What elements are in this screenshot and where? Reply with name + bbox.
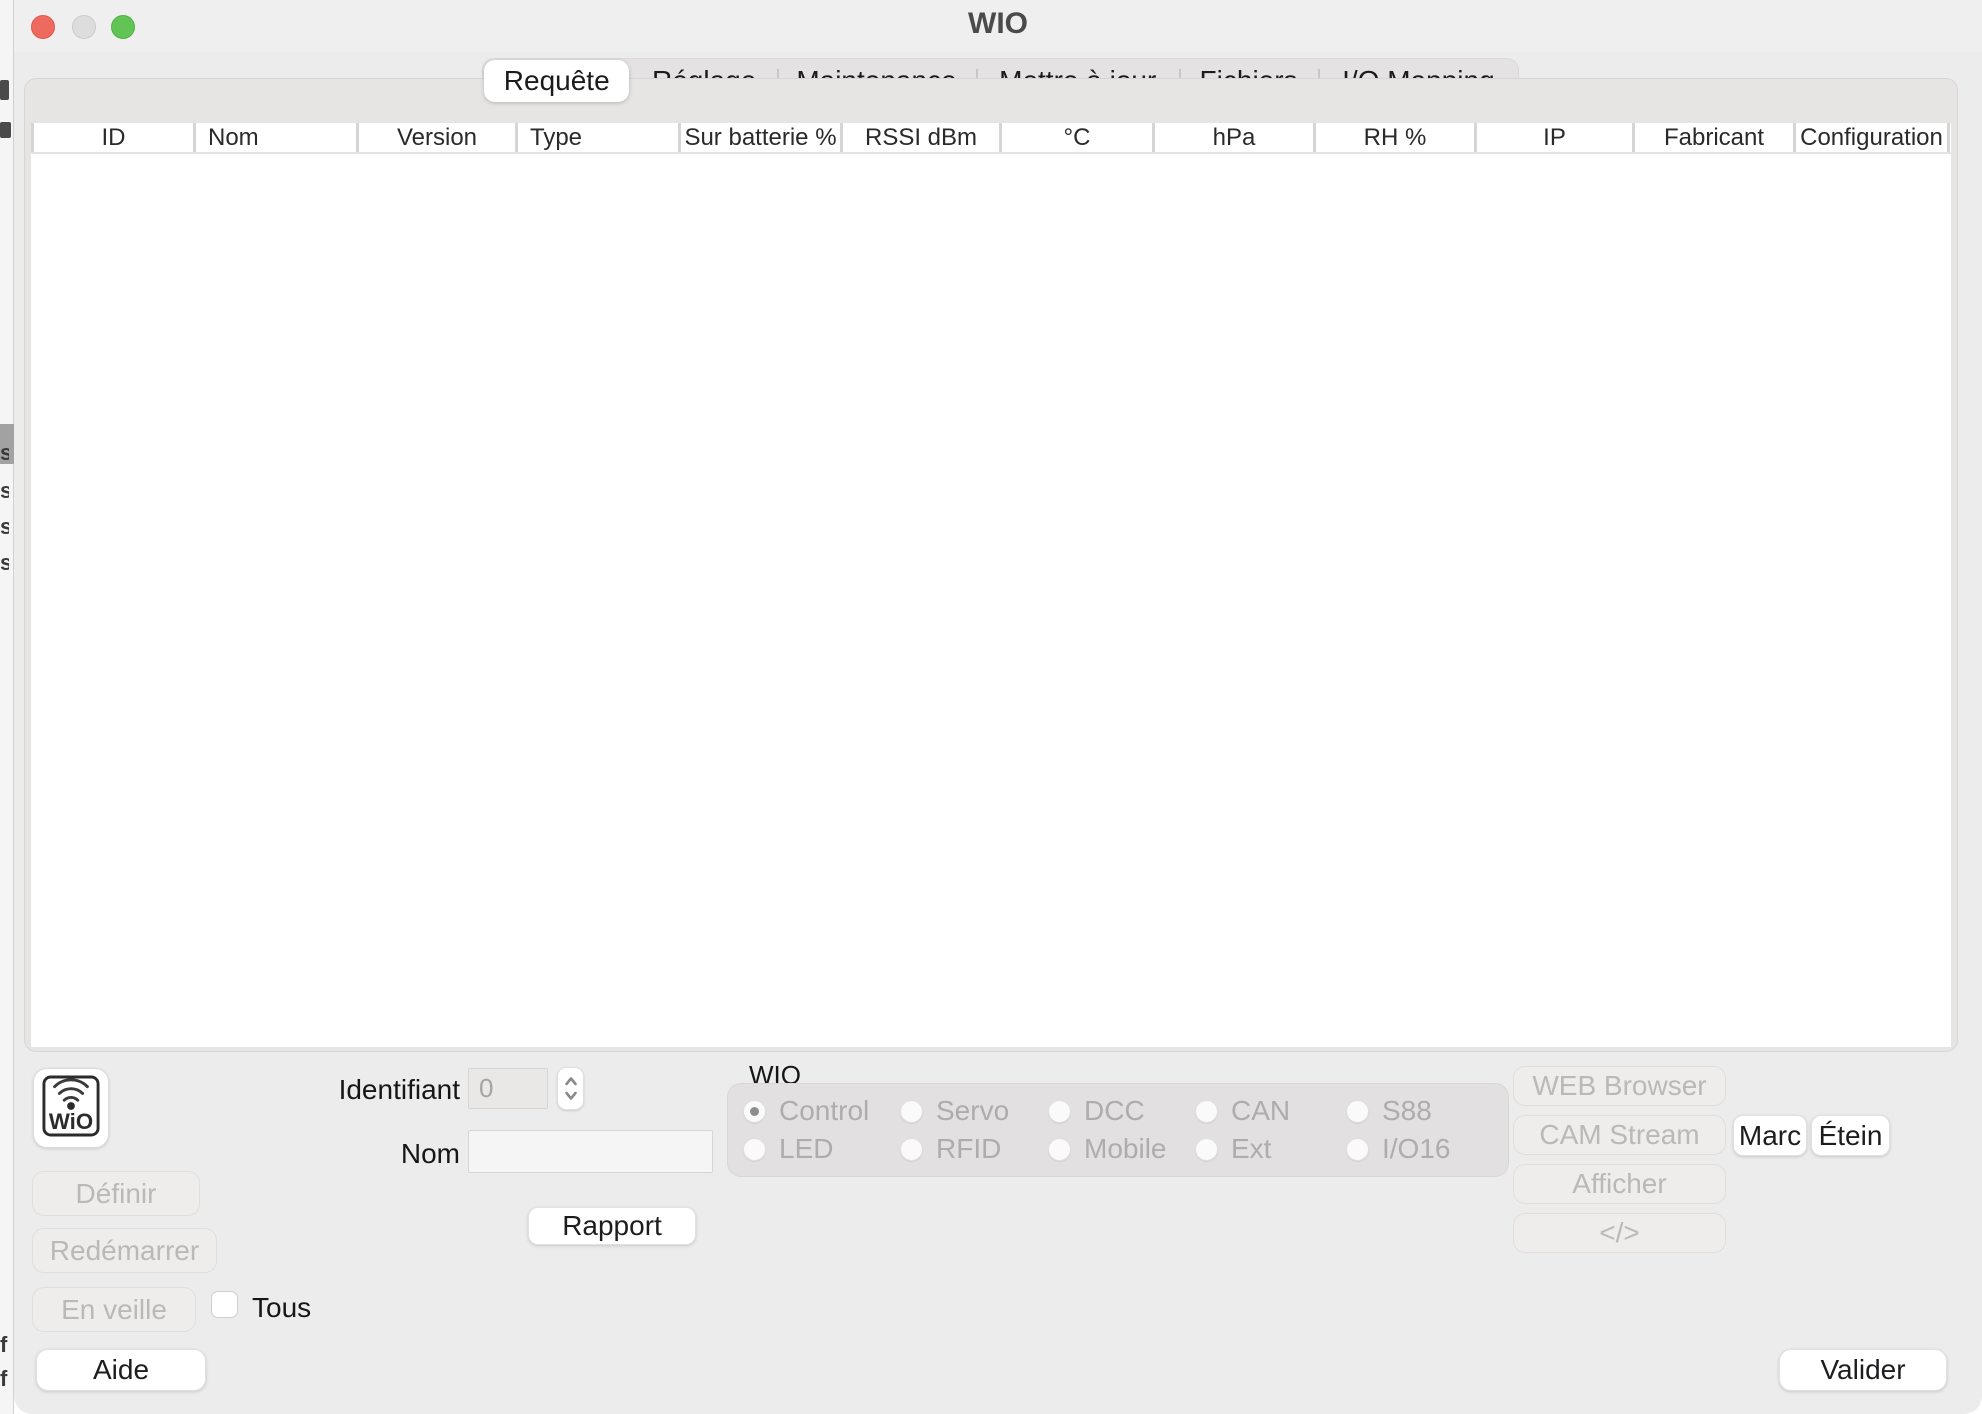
window-title: WIO: [14, 0, 1982, 52]
afficher-button[interactable]: Afficher: [1513, 1164, 1726, 1204]
svg-text:WiO: WiO: [49, 1109, 93, 1134]
cam-stream-button[interactable]: CAM Stream: [1513, 1115, 1726, 1155]
radio-option-mobile[interactable]: Mobile: [1048, 1132, 1166, 1166]
col-header-rssi[interactable]: RSSI dBm: [840, 123, 999, 152]
radio-rfid[interactable]: [900, 1138, 923, 1161]
radio-mobile[interactable]: [1048, 1138, 1071, 1161]
content-panel: ID Nom Version Type Sur batterie % RSSI …: [24, 78, 1958, 1052]
radio-led[interactable]: [743, 1138, 766, 1161]
background-text-fragment: s: [0, 514, 9, 540]
definir-button[interactable]: Définir: [32, 1171, 200, 1216]
col-header-sur-batterie[interactable]: Sur batterie %: [678, 123, 840, 152]
wio-type-groupbox: Control Servo DCC CAN S88 LED: [727, 1083, 1509, 1177]
radio-can[interactable]: [1195, 1100, 1218, 1123]
col-header-rh[interactable]: RH %: [1313, 123, 1474, 152]
device-table: ID Nom Version Type Sur batterie % RSSI …: [31, 123, 1951, 1047]
radio-dcc[interactable]: [1048, 1100, 1071, 1123]
rapport-button[interactable]: Rapport: [528, 1207, 696, 1245]
radio-option-servo[interactable]: Servo: [900, 1094, 1009, 1128]
table-body-empty: [31, 156, 1951, 1047]
col-header-hpa[interactable]: hPa: [1152, 123, 1313, 152]
col-header-configuration[interactable]: Configuration: [1793, 123, 1950, 152]
aide-button[interactable]: Aide: [36, 1349, 206, 1391]
background-text-fragment: [0, 80, 9, 100]
valider-button[interactable]: Valider: [1779, 1349, 1947, 1391]
background-text-fragment: f: [0, 1332, 9, 1358]
titlebar: WIO: [14, 0, 1982, 52]
col-header-temperature[interactable]: °C: [999, 123, 1152, 152]
tous-label: Tous: [252, 1292, 311, 1324]
col-header-version[interactable]: Version: [356, 123, 515, 152]
identifiant-input[interactable]: [469, 1069, 547, 1108]
identifiant-field[interactable]: [468, 1068, 548, 1109]
radio-s88[interactable]: [1346, 1100, 1369, 1123]
identifiant-label: Identifiant: [300, 1074, 460, 1106]
wio-logo-button[interactable]: WiO: [33, 1068, 109, 1148]
radio-ext[interactable]: [1195, 1138, 1218, 1161]
background-text-fragment: s: [0, 478, 9, 504]
radio-option-dcc[interactable]: DCC: [1048, 1094, 1145, 1128]
col-header-type[interactable]: Type: [515, 123, 678, 152]
identifiant-stepper[interactable]: [557, 1067, 584, 1110]
en-veille-button[interactable]: En veille: [32, 1287, 196, 1332]
radio-servo[interactable]: [900, 1100, 923, 1123]
radio-option-s88[interactable]: S88: [1346, 1094, 1432, 1128]
background-text-fragment: [0, 122, 11, 138]
code-view-button[interactable]: </>: [1513, 1213, 1726, 1253]
radio-option-ext[interactable]: Ext: [1195, 1132, 1271, 1166]
etein-button[interactable]: Étein: [1811, 1115, 1890, 1156]
radio-option-io16[interactable]: I/O16: [1346, 1132, 1450, 1166]
col-header-nom[interactable]: Nom: [193, 123, 356, 152]
radio-control[interactable]: [743, 1100, 766, 1123]
redemarrer-button[interactable]: Redémarrer: [32, 1228, 217, 1273]
nom-field[interactable]: [468, 1130, 713, 1173]
col-header-fabricant[interactable]: Fabricant: [1632, 123, 1793, 152]
col-header-id[interactable]: ID: [31, 123, 193, 152]
radio-io16[interactable]: [1346, 1138, 1369, 1161]
wio-window: WIO Requête Réglage Maintenance Mettre à…: [14, 0, 1982, 1414]
nom-label: Nom: [300, 1138, 460, 1170]
stepper-arrows-icon: [563, 1074, 579, 1104]
wio-logo-icon: WiO: [42, 1075, 100, 1142]
tab-requete[interactable]: Requête: [484, 60, 629, 102]
web-browser-button[interactable]: WEB Browser: [1513, 1066, 1726, 1106]
radio-option-can[interactable]: CAN: [1195, 1094, 1290, 1128]
table-header-row: ID Nom Version Type Sur batterie % RSSI …: [31, 123, 1951, 154]
col-header-ip[interactable]: IP: [1474, 123, 1632, 152]
tous-checkbox[interactable]: [211, 1291, 238, 1318]
background-text-fragment: s: [0, 550, 9, 576]
background-text-fragment: f: [0, 1366, 9, 1392]
nom-input[interactable]: [469, 1131, 712, 1172]
radio-option-control[interactable]: Control: [743, 1094, 869, 1128]
marc-button[interactable]: Marc: [1733, 1115, 1807, 1156]
background-text-fragment: s: [0, 440, 9, 466]
radio-option-rfid[interactable]: RFID: [900, 1132, 1001, 1166]
radio-option-led[interactable]: LED: [743, 1132, 833, 1166]
screen: s s s s f f WIO Requête Réglage Maintena…: [0, 0, 1982, 1414]
background-window-sliver: s s s s f f: [0, 0, 14, 1414]
